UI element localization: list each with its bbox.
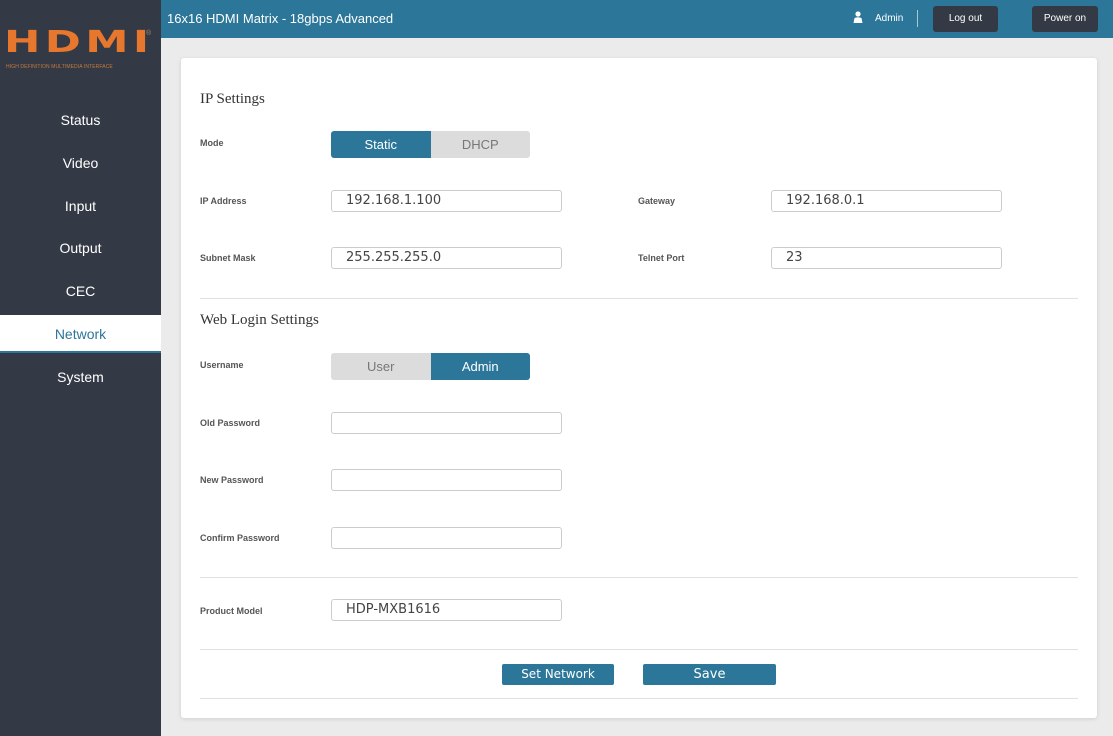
web-login-settings-title: Web Login Settings [200, 312, 319, 328]
new-password-label: New Password [200, 475, 264, 485]
current-user: Admin [875, 13, 904, 24]
ip-address-label: IP Address [200, 196, 247, 206]
header-separator [917, 10, 918, 27]
mode-static-option[interactable]: Static [331, 131, 431, 158]
sidebar: HDMI ® HIGH DEFINITION MULTIMEDIA INTERF… [0, 0, 161, 736]
old-password-label: Old Password [200, 418, 261, 428]
sidebar-item-cec[interactable]: CEC [0, 272, 161, 310]
divider [200, 698, 1078, 699]
user-icon [853, 11, 863, 23]
ip-settings-title: IP Settings [200, 91, 265, 107]
gateway-label: Gateway [638, 196, 676, 206]
sidebar-item-system[interactable]: System [0, 358, 161, 396]
logo-subtitle: HIGH DEFINITION MULTIMEDIA INTERFACE [6, 64, 113, 70]
subnet-mask-input[interactable]: 255.255.255.0 [331, 247, 562, 269]
divider [200, 649, 1078, 650]
username-toggle: User Admin [331, 353, 530, 380]
set-network-defaults-button[interactable]: Set Network Defaults [502, 664, 614, 702]
product-model-field: HDP-MXB1616 [331, 599, 562, 621]
sidebar-item-output[interactable]: Output [0, 229, 161, 267]
confirm-password-label: Confirm Password [200, 533, 280, 543]
sidebar-item-status[interactable]: Status [0, 101, 161, 139]
product-model-label: Product Model [200, 606, 263, 616]
telnet-port-input[interactable]: 23 [771, 247, 1002, 269]
mode-label: Mode [200, 138, 224, 148]
username-user-option[interactable]: User [331, 353, 431, 380]
hdmi-logo: HDMI ® HIGH DEFINITION MULTIMEDIA INTERF… [0, 0, 161, 78]
username-label: Username [200, 360, 244, 370]
username-admin-option[interactable]: Admin [430, 353, 530, 380]
gateway-input[interactable]: 192.168.0.1 [771, 190, 1002, 212]
sidebar-item-network[interactable]: Network [0, 315, 161, 353]
telnet-port-label: Telnet Port [638, 253, 685, 263]
logo-registered-mark: ® [146, 30, 152, 37]
save-button[interactable]: Save [643, 664, 776, 685]
old-password-input[interactable] [331, 412, 562, 434]
logo-text: HDMI [4, 25, 154, 60]
divider [200, 298, 1078, 299]
mode-toggle: Static DHCP [331, 131, 530, 158]
sidebar-item-input[interactable]: Input [0, 187, 161, 225]
divider [200, 577, 1078, 578]
page-title: 16x16 HDMI Matrix - 18gbps Advanced [167, 11, 394, 26]
confirm-password-input[interactable] [331, 527, 562, 549]
new-password-input[interactable] [331, 469, 562, 491]
mode-dhcp-option[interactable]: DHCP [430, 131, 530, 158]
ip-address-input[interactable]: 192.168.1.100 [331, 190, 562, 212]
power-on-button[interactable]: Power on [1032, 6, 1098, 32]
sidebar-item-video[interactable]: Video [0, 144, 161, 182]
logout-button[interactable]: Log out [933, 6, 998, 32]
network-settings-panel: IP Settings Mode Static DHCP IP Address … [181, 58, 1097, 718]
top-bar: 16x16 HDMI Matrix - 18gbps Advanced Admi… [161, 0, 1113, 38]
subnet-mask-label: Subnet Mask [200, 253, 256, 263]
